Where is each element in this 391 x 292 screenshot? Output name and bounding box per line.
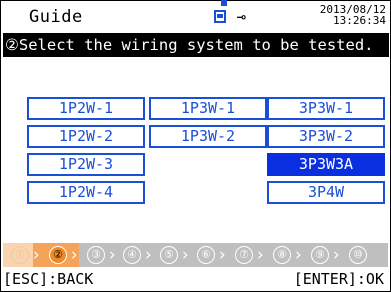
screen-title: Guide xyxy=(29,7,83,27)
step-8: ⑧ xyxy=(273,246,291,264)
option-3p3w3a[interactable]: 3P3W3A xyxy=(267,153,385,176)
option-3p3w-2[interactable]: 3P3W-2 xyxy=(267,125,385,148)
step-10: ⑩ xyxy=(349,246,367,264)
step-chevron: › xyxy=(143,245,154,265)
option-1p2w-4[interactable]: 1P2W-4 xyxy=(27,181,145,204)
step-1: ① xyxy=(11,246,29,264)
time-text: 13:26:34 xyxy=(333,14,386,27)
option-1p3w-1[interactable]: 1P3W-1 xyxy=(149,97,267,120)
step-chevron: › xyxy=(255,245,266,265)
step-chevron: › xyxy=(31,245,42,265)
sd-card-icon xyxy=(214,10,226,23)
step-chevron: › xyxy=(180,245,191,265)
ok-key-hint[interactable]: [ENTER]:OK xyxy=(294,270,384,288)
step-9: ⑨ xyxy=(311,246,329,264)
instrument-screen: Guide ⊸ 2013/08/12 13:26:34 ②Select the … xyxy=(0,0,391,292)
step-4: ④ xyxy=(123,246,141,264)
step-5: ⑤ xyxy=(160,246,178,264)
option-1p2w-2[interactable]: 1P2W-2 xyxy=(27,125,145,148)
step-progress-bar: ① › ② › ③ › ④ › ⑤ › ⑥ › ⑦ › ⑧ › ⑨ › ⑩ xyxy=(3,243,388,267)
option-1p3w-2[interactable]: 1P3W-2 xyxy=(149,125,267,148)
step-6: ⑥ xyxy=(197,246,215,264)
step-chevron: › xyxy=(331,245,342,265)
title-bar: Guide ⊸ 2013/08/12 13:26:34 xyxy=(1,4,390,30)
step-chevron: › xyxy=(69,245,80,265)
power-plug-icon: ⊸ xyxy=(237,8,247,26)
step-7: ⑦ xyxy=(235,246,253,264)
instruction-text: ②Select the wiring system to be tested. xyxy=(3,33,389,57)
option-3p4w[interactable]: 3P4W xyxy=(267,181,385,204)
footer: [ESC]:BACK [ENTER]:OK xyxy=(1,269,390,291)
option-3p3w-1[interactable]: 3P3W-1 xyxy=(267,97,385,120)
option-1p2w-1[interactable]: 1P2W-1 xyxy=(27,97,145,120)
step-3: ③ xyxy=(87,246,105,264)
step-chevron: › xyxy=(217,245,228,265)
datetime: 2013/08/12 13:26:34 xyxy=(320,4,386,26)
back-key-hint[interactable]: [ESC]:BACK xyxy=(3,270,93,288)
step-2: ② xyxy=(49,246,67,264)
step-chevron: › xyxy=(107,245,118,265)
step-chevron: › xyxy=(293,245,304,265)
option-1p2w-3[interactable]: 1P2W-3 xyxy=(27,153,145,176)
